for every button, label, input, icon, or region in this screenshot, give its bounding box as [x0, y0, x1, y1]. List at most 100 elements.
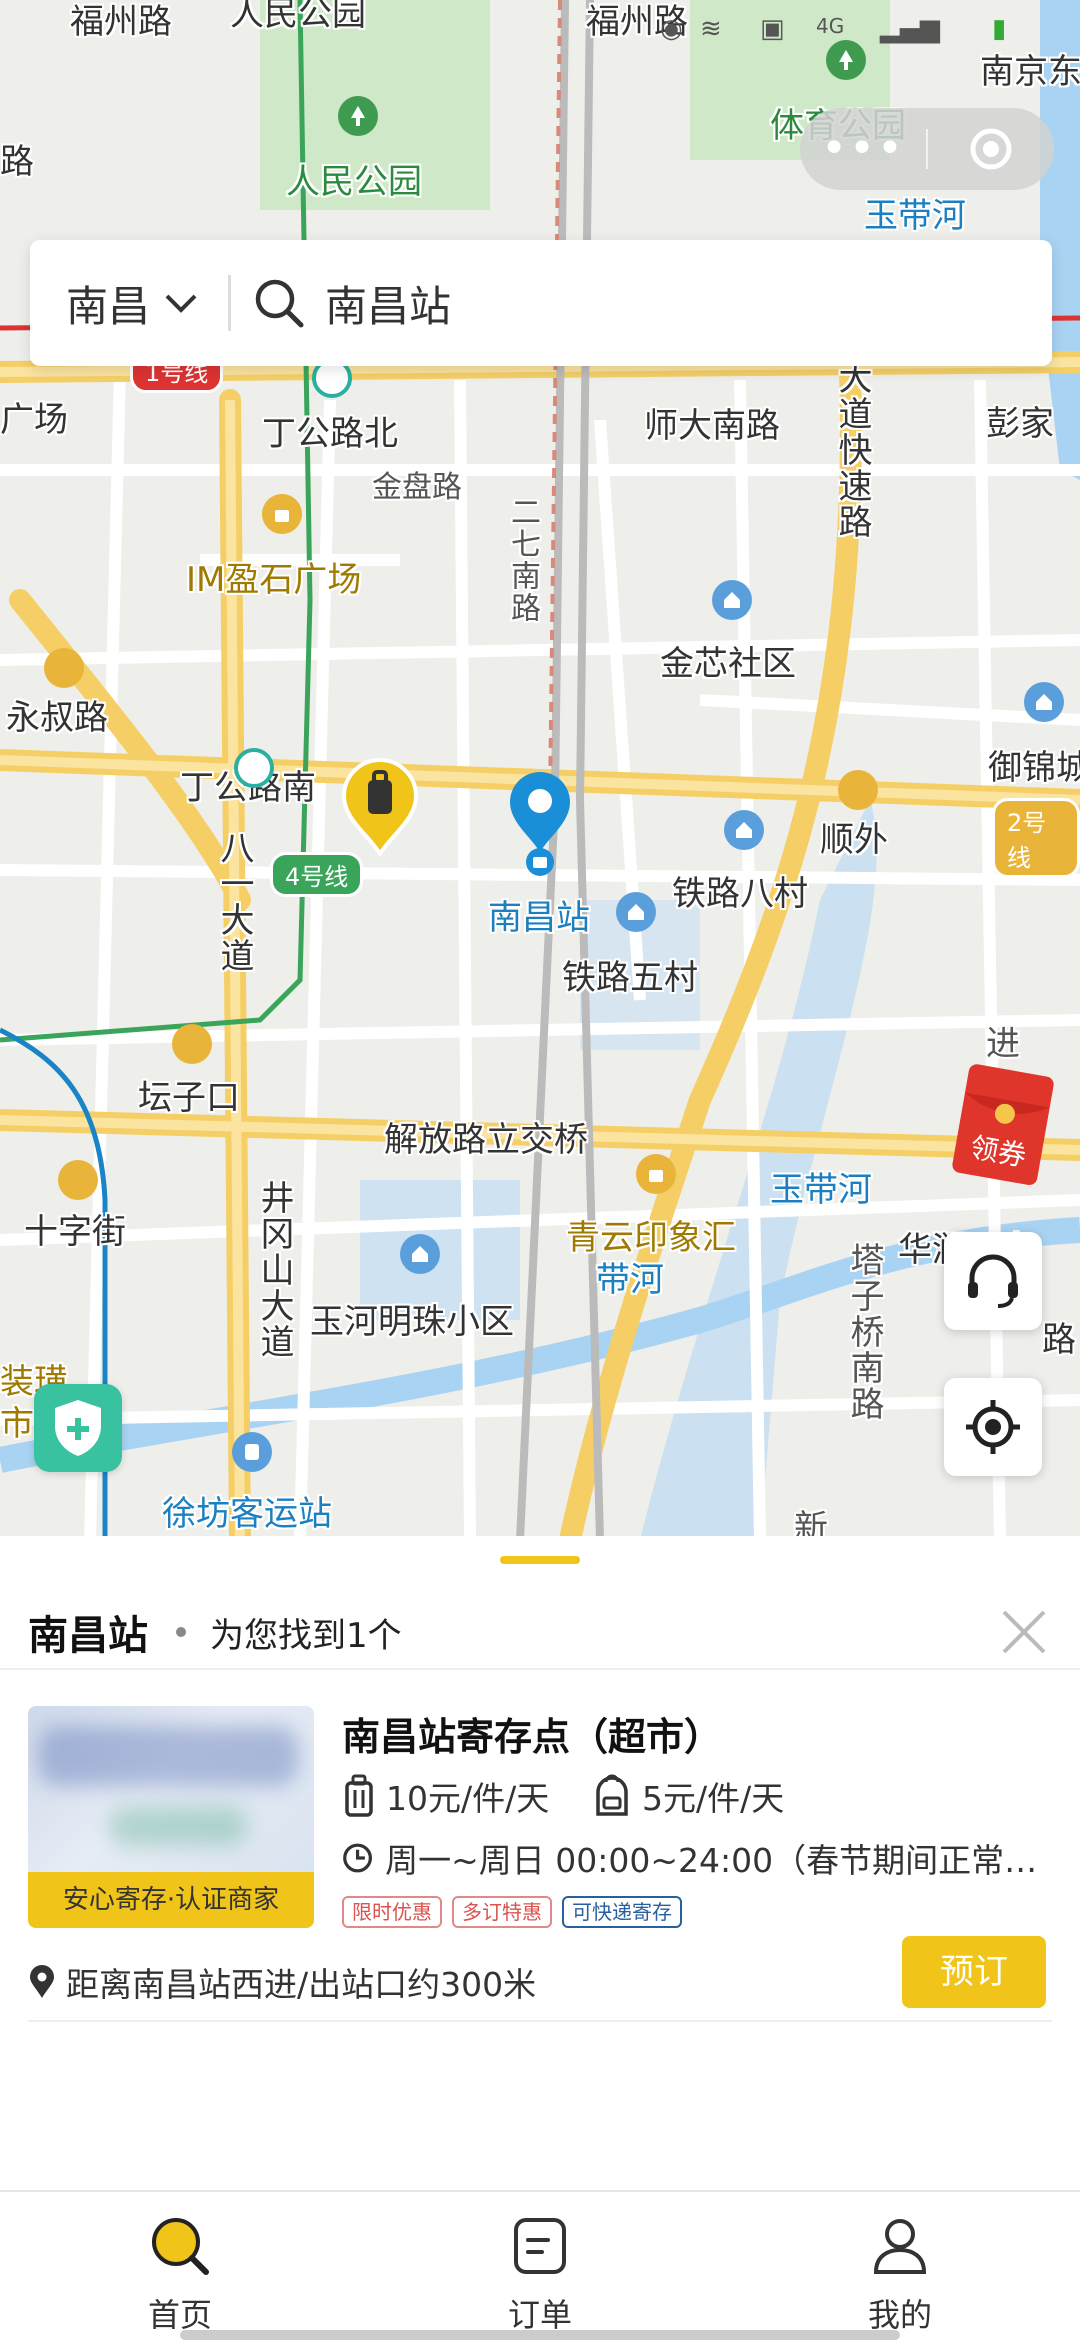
map-label: 十字街 [24, 1212, 126, 1252]
map-label: 玉河明珠小区 [310, 1302, 514, 1342]
wifi-icon: ≋ [700, 14, 722, 44]
coupon-redpacket-button[interactable]: 领券 [950, 1060, 1060, 1190]
tag-courier-storage: 可快递寄存 [562, 1896, 682, 1928]
tab-profile[interactable]: 我的 [720, 2192, 1080, 2340]
map-label: 彭家 [986, 404, 1054, 444]
map-label: 南昌站 [488, 898, 590, 938]
tag-multi-discount: 多订特惠 [452, 1896, 552, 1928]
tab-orders[interactable]: 订单 [360, 2192, 720, 2340]
shield-icon [55, 1400, 101, 1456]
miniprogram-capsule: ••• [800, 108, 1054, 190]
close-icon[interactable] [996, 1604, 1052, 1660]
distance-text: 距离南昌站西进/出站口约300米 [66, 1965, 537, 2004]
map-pin-icon [30, 1965, 54, 1998]
crosshair-icon [966, 1400, 1020, 1454]
shopping-icon [262, 494, 302, 534]
map-label: 玉带河 [770, 1170, 872, 1210]
location-status-icon: ◉ [660, 14, 683, 44]
home-indicator [180, 2330, 900, 2340]
miniprogram-close-icon[interactable] [928, 125, 1054, 173]
map-label: 坛子口 [138, 1078, 240, 1118]
shop-thumbnail: 安心寄存·认证商家 [28, 1706, 314, 1928]
map-label: 金芯社区 [660, 644, 796, 684]
divider [0, 1668, 1080, 1670]
user-icon [873, 2219, 927, 2274]
search-bar: 南昌 南昌站 [30, 240, 1052, 366]
result-count: 为您找到1个 [210, 1615, 402, 1656]
map-label: 铁路八村 [672, 874, 808, 914]
search-input[interactable]: 南昌站 [231, 240, 1052, 366]
luggage-marker-icon[interactable] [340, 756, 420, 856]
shopping-icon [636, 1154, 676, 1194]
map-label: 解放路立交桥 [384, 1120, 588, 1160]
separator-dot [176, 1627, 186, 1637]
storage-result-card[interactable]: 安心寄存·认证商家 南昌站寄存点（超市） 10元/件/天 5元/件/天 周一~周… [0, 1696, 1080, 2016]
order-icon [514, 2218, 566, 2274]
customer-service-button[interactable] [944, 1232, 1042, 1330]
price-large-text: 10元/件/天 [386, 1779, 550, 1818]
metro-line-badge: 4号线 [270, 852, 364, 897]
safety-shield-button[interactable] [34, 1384, 122, 1472]
book-button[interactable]: 预订 [902, 1936, 1046, 2008]
hours-text: 周一~周日 00:00~24:00（春节期间正常营业） [385, 1841, 1042, 1880]
signal-icon: ▂▄▆ [880, 14, 940, 44]
headset-icon [968, 1254, 1018, 1308]
community-icon [724, 810, 764, 850]
more-options-icon[interactable]: ••• [800, 127, 926, 171]
map-label: 市 [0, 1404, 34, 1444]
road-marker-icon [58, 1160, 98, 1200]
map-label: 带河 [596, 1260, 664, 1300]
map-label: 永叔路 [6, 698, 108, 738]
map-label: 大道快速路 [832, 360, 872, 540]
map-label: 八一大道 [214, 830, 254, 974]
shop-name: 南昌站寄存点（超市） [342, 1715, 723, 1759]
tag-limited-offer: 限时优惠 [342, 1896, 442, 1928]
search-icon [255, 279, 304, 328]
map-label: 顺外 [820, 820, 888, 860]
map-label: 二七南路 [505, 496, 540, 624]
price-small-text: 5元/件/天 [642, 1779, 785, 1818]
map-label: 金盘路 [372, 470, 462, 505]
sheet-header: 南昌站 为您找到1个 [28, 1592, 1052, 1672]
road-marker-icon [44, 648, 84, 688]
search-icon [152, 2218, 209, 2275]
map-label: 丁公路北 [262, 414, 398, 454]
map-label: 铁路五村 [562, 958, 698, 998]
certified-banner: 安心寄存·认证商家 [28, 1872, 314, 1928]
map-label: IM盈石广场 [186, 560, 362, 600]
distance-info: 距离南昌站西进/出站口约300米 [28, 1958, 536, 2006]
map-view[interactable]: 福州路 人民公园 福州路 南京东 体育公园 人民公园 路 玉带河 广场 丁公路北… [0, 0, 1080, 1540]
price-large-luggage: 10元/件/天 [342, 1772, 549, 1820]
bus-station-icon [232, 1432, 272, 1472]
community-icon [616, 892, 656, 932]
city-selector[interactable]: 南昌 [30, 240, 228, 366]
location-pin-icon[interactable] [508, 770, 572, 880]
chevron-down-icon [165, 294, 197, 313]
map-label: 御锦城 [988, 748, 1080, 788]
community-icon [712, 580, 752, 620]
drag-handle[interactable] [500, 1556, 580, 1564]
backpack-icon [596, 1774, 628, 1816]
sheet-title: 南昌站 [28, 1613, 148, 1659]
tab-home[interactable]: 首页 [0, 2192, 360, 2340]
map-label: 路 [0, 142, 34, 182]
locate-me-button[interactable] [944, 1378, 1042, 1476]
map-label: 广场 [0, 400, 68, 440]
battery-icon: ▮ [992, 14, 1007, 44]
map-label: 玉带河 [864, 196, 966, 236]
clock-icon [343, 1843, 372, 1873]
search-value: 南昌站 [325, 281, 452, 331]
map-label: 新 [794, 1508, 828, 1540]
community-icon [400, 1234, 440, 1274]
map-label: 井冈山大道 [254, 1180, 294, 1360]
bottom-tab-bar: 首页 订单 我的 [0, 2190, 1080, 2340]
price-small-luggage: 5元/件/天 [592, 1772, 784, 1820]
status-bar: ◉ ≋ ▣ 4G ▂▄▆ ▮ [0, 0, 1080, 60]
network-type: 4G [816, 14, 845, 38]
map-label: 师大南路 [644, 406, 780, 446]
map-label: 进 [986, 1024, 1020, 1064]
map-label: 路 [1042, 1320, 1076, 1360]
results-sheet: 南昌站 为您找到1个 安心寄存·认证商家 南昌站寄存点（超市） 10元/件/天 … [0, 1536, 1080, 2190]
divider [28, 2020, 1052, 2022]
park-icon [338, 96, 378, 136]
